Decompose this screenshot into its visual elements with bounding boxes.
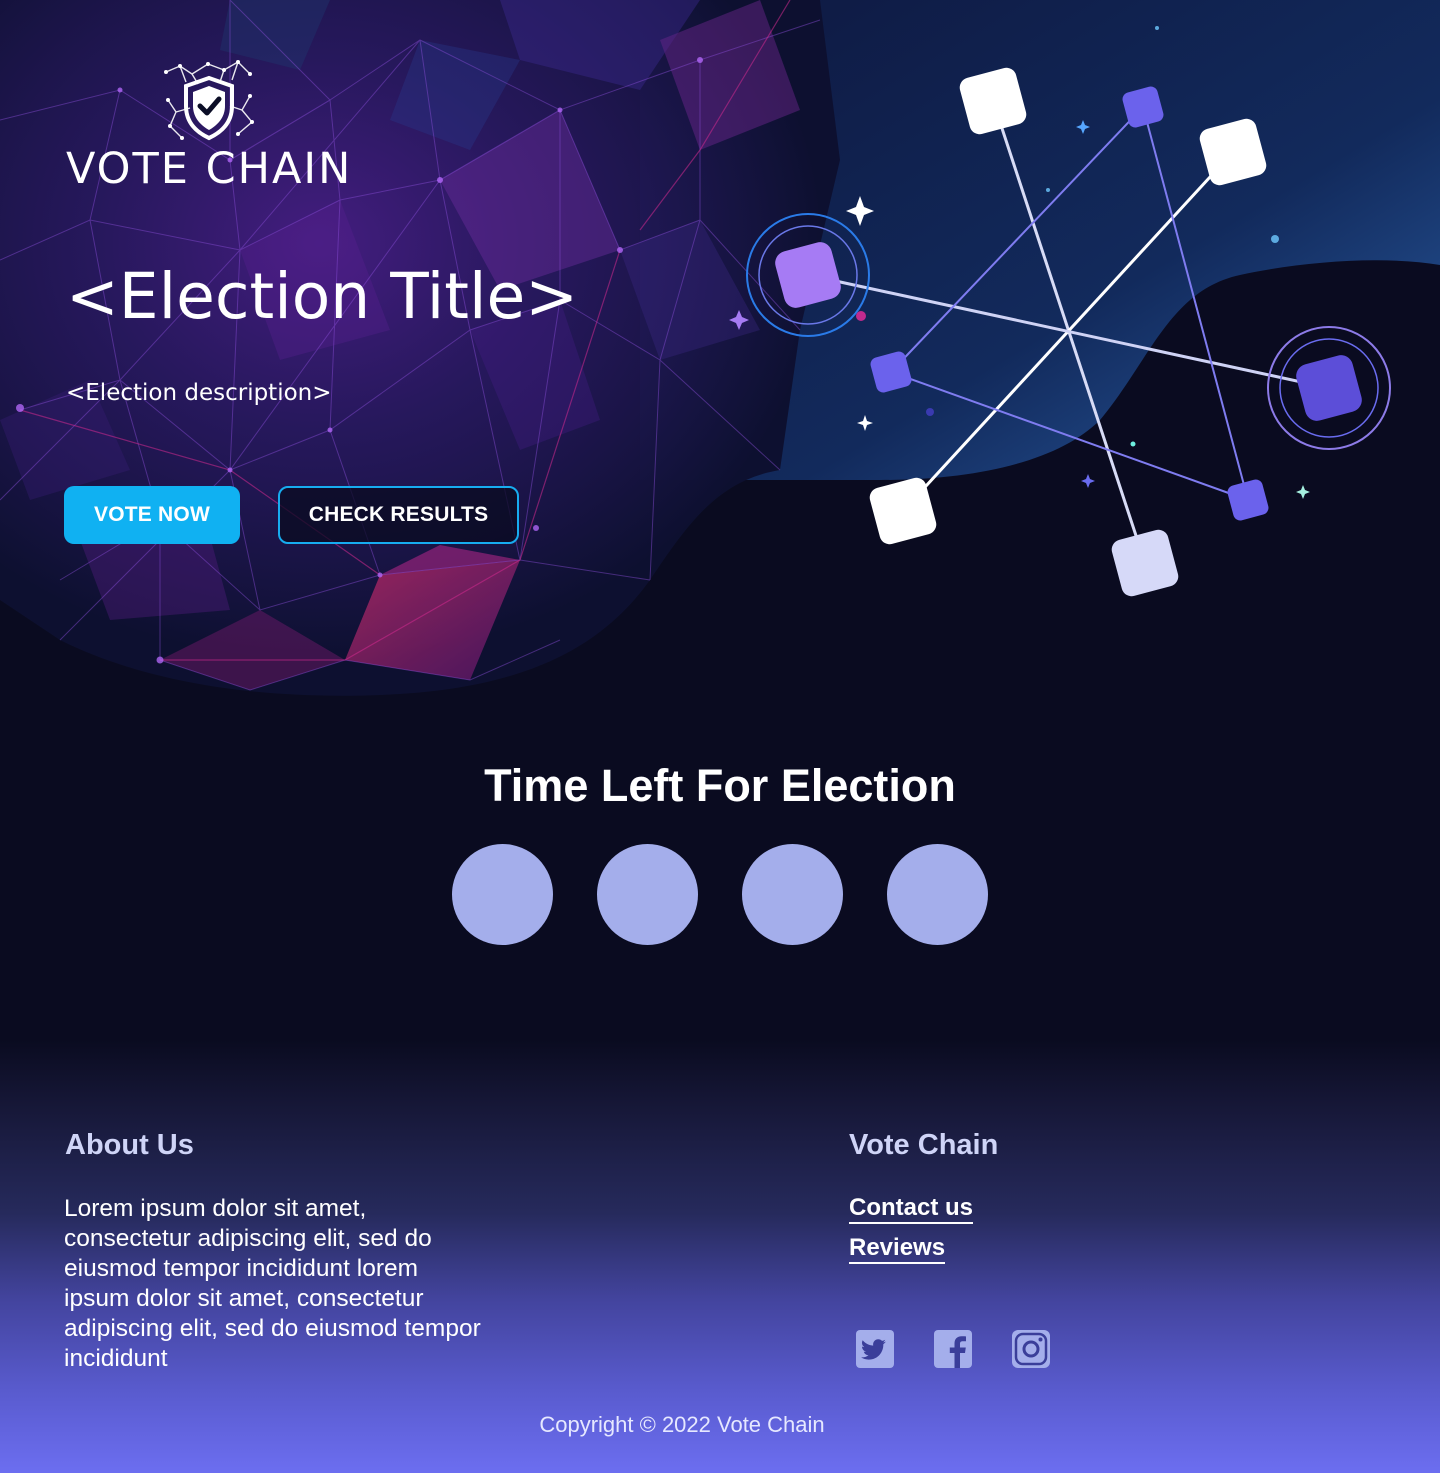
countdown-circle-hours: [597, 844, 698, 945]
about-us-heading: About Us: [65, 1129, 194, 1161]
blockchain-network-illustration: [729, 67, 1391, 597]
countdown-circle-seconds: [887, 844, 988, 945]
brand-name: VOTE CHAIN: [66, 144, 353, 194]
check-results-button[interactable]: CHECK RESULTS: [278, 486, 519, 544]
facebook-icon[interactable]: [933, 1329, 973, 1369]
brand-logo[interactable]: VOTE CHAIN: [66, 60, 356, 200]
twitter-icon[interactable]: [855, 1329, 895, 1369]
election-title: <Election Title>: [66, 260, 578, 333]
footer: About Us Lorem ipsum dolor sit amet, con…: [0, 1040, 1440, 1473]
countdown-circle-minutes: [742, 844, 843, 945]
countdown-timer: [452, 844, 992, 946]
countdown-circle-days: [452, 844, 553, 945]
contact-us-link[interactable]: Contact us: [849, 1195, 974, 1224]
copyright-text: Copyright © 2022 Vote Chain: [539, 1412, 825, 1437]
about-us-text: Lorem ipsum dolor sit amet, consectetur …: [64, 1195, 481, 1372]
countdown-section: Time Left For Election: [0, 750, 1440, 970]
vote-now-button[interactable]: VOTE NOW: [64, 486, 240, 544]
page: VOTE CHAIN <Election Title> <Election de…: [0, 0, 1440, 1473]
instagram-icon[interactable]: [1011, 1329, 1051, 1369]
hero-section: VOTE CHAIN <Election Title> <Election de…: [0, 0, 1440, 720]
countdown-title: Time Left For Election: [484, 760, 956, 811]
election-description: <Election description>: [66, 380, 332, 406]
reviews-link[interactable]: Reviews: [849, 1235, 946, 1264]
shield-check-icon: [164, 60, 254, 141]
vote-chain-heading: Vote Chain: [849, 1129, 999, 1161]
